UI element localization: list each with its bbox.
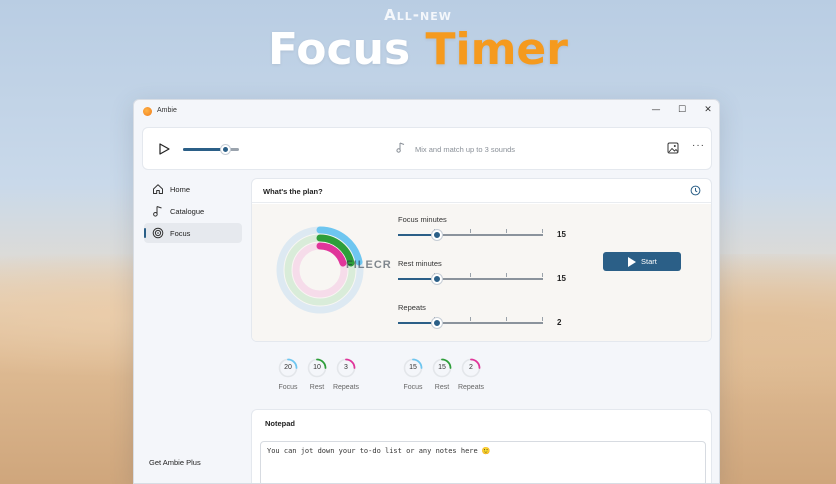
music-note-icon [153,206,162,217]
minimize-button[interactable]: — [645,103,667,117]
slider-tick [470,273,471,277]
plan-card: What's the plan? Focus minutes 15 Rest m… [251,178,712,342]
active-indicator [144,228,146,238]
slider-tick [542,317,543,321]
hero-title-timer: Timer [425,24,568,75]
slider-label: Rest minutes [398,259,442,268]
stat-label: Repeats [332,384,360,391]
play-icon[interactable] [157,142,171,156]
focus-minutes-slider[interactable]: Focus minutes 15 [398,215,573,245]
target-icon [152,227,164,239]
play-icon [628,257,636,267]
stat-label: Repeats [457,384,485,391]
stat-label: Rest [434,384,450,391]
watermark: FILECR [346,259,392,271]
stat-repeats: 3 Repeats [331,358,361,391]
stat-label: Focus [403,384,423,391]
slider-tick [470,317,471,321]
volume-fill [183,148,225,151]
repeats-slider[interactable]: Repeats 2 [398,303,573,333]
sidebar-item-label: Home [170,185,191,194]
get-ambie-plus-link[interactable]: Get Ambie Plus [149,458,201,467]
slider-tick [506,229,507,233]
sidebar-item-catalogue[interactable]: Catalogue [144,201,242,221]
home-icon [153,184,163,194]
close-button[interactable]: ✕ [697,103,719,117]
music-note-icon [396,142,405,153]
notepad-card: Notepad You can jot down your to-do list… [251,409,712,483]
rest-minutes-slider[interactable]: Rest minutes 15 [398,259,573,289]
slider-track[interactable] [398,317,543,328]
sidebar-item-home[interactable]: Home [144,179,242,199]
app-name: Ambie [157,107,177,114]
slider-track[interactable] [398,273,543,284]
slider-value: 15 [557,274,566,283]
plan-body: Focus minutes 15 Rest minutes 15 Repeats… [252,204,711,341]
stat-repeats: 2 Repeats [456,358,486,391]
stat-focus: 15 Focus [398,358,428,391]
sidebar-item-label: Catalogue [170,207,205,216]
stat-label: Rest [309,384,325,391]
slider-tick [506,273,507,277]
stat-rest: 10 Rest [302,358,332,391]
slider-tick [542,273,543,277]
slider-track[interactable] [398,229,543,240]
slider-thumb[interactable] [432,318,443,328]
start-button[interactable]: Start [603,252,681,271]
volume-thumb[interactable] [221,145,230,154]
app-logo-icon [143,107,152,116]
start-label: Start [641,257,657,266]
slider-thumb[interactable] [432,230,443,240]
hero-title-focus: Focus [268,24,411,75]
stat-value: 10 [313,364,321,371]
sidebar-item-label: Focus [170,229,191,238]
stat-value: 3 [344,364,348,371]
more-options-button[interactable]: ··· [692,140,705,151]
notepad-text: You can jot down your to-do list or any … [267,447,491,455]
stat-label: Focus [278,384,298,391]
hero-kicker: All-new [384,6,452,24]
slider-tick [470,229,471,233]
slider-tick [506,317,507,321]
player-bar: Mix and match up to 3 sounds ··· [142,127,712,170]
volume-slider[interactable] [183,145,239,154]
slider-label: Focus minutes [398,215,447,224]
maximize-button[interactable]: ☐ [671,103,693,117]
stat-rest: 15 Rest [427,358,457,391]
stat-value: 20 [284,364,292,371]
stat-value: 2 [469,364,473,371]
notepad-title: Notepad [265,419,295,428]
notepad-textarea[interactable]: You can jot down your to-do list or any … [260,441,706,483]
stat-focus: 20 Focus [273,358,303,391]
app-window: Ambie — ☐ ✕ Mix and match up to 3 sounds… [133,99,720,484]
hero-title: Focus Timer [0,24,836,75]
image-icon[interactable] [667,142,679,154]
slider-value: 15 [557,230,566,239]
slider-label: Repeats [398,303,426,312]
slider-tick [542,229,543,233]
plan-title: What's the plan? [263,187,323,196]
plan-header: What's the plan? [252,179,711,203]
sidebar: Home Catalogue Focus Get Ambie Plus [142,177,246,482]
sidebar-item-focus[interactable]: Focus [144,223,242,243]
stat-value: 15 [409,364,417,371]
slider-thumb[interactable] [432,274,443,284]
slider-value: 2 [557,318,562,327]
stat-value: 15 [438,364,446,371]
title-bar: Ambie — ☐ ✕ [134,100,719,122]
history-icon[interactable] [690,185,701,196]
mix-hint-text: Mix and match up to 3 sounds [415,145,516,154]
